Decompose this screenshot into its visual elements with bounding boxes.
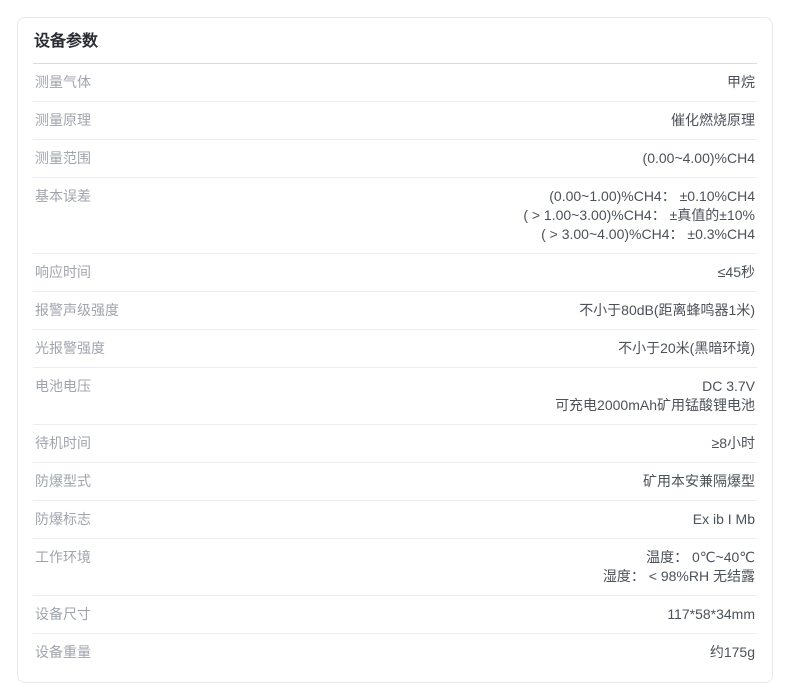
spec-row: 报警声级强度 不小于80dB(距离蜂鸣器1米) [33, 292, 757, 330]
spec-value: (0.00~4.00)%CH4 [111, 149, 755, 168]
spec-label: 响应时间 [35, 263, 111, 282]
spec-value: 甲烷 [111, 73, 755, 92]
spec-label: 设备重量 [35, 643, 111, 662]
spec-label: 光报警强度 [35, 339, 125, 358]
spec-value: 温度： 0℃~40℃ 湿度： < 98%RH 无结露 [111, 548, 755, 586]
spec-value: 催化燃烧原理 [111, 111, 755, 130]
spec-value: 117*58*34mm [111, 605, 755, 624]
spec-row: 电池电压 DC 3.7V 可充电2000mAh矿用锰酸锂电池 [33, 368, 757, 425]
spec-label: 待机时间 [35, 434, 111, 453]
spec-row: 光报警强度 不小于20米(黑暗环境) [33, 330, 757, 368]
spec-table: 测量气体 甲烷 测量原理 催化燃烧原理 测量范围 (0.00~4.00)%CH4… [33, 64, 757, 671]
spec-value: (0.00~1.00)%CH4： ±0.10%CH4 ( > 1.00~3.00… [111, 187, 755, 244]
page: 设备参数 测量气体 甲烷 测量原理 催化燃烧原理 测量范围 (0.00~4.00… [0, 0, 790, 692]
spec-value: 矿用本安兼隔爆型 [111, 472, 755, 491]
spec-value: 不小于20米(黑暗环境) [125, 339, 755, 358]
spec-row: 测量范围 (0.00~4.00)%CH4 [33, 140, 757, 178]
spec-label: 设备尺寸 [35, 605, 111, 624]
spec-label: 基本误差 [35, 187, 111, 206]
spec-row: 设备重量 约175g [33, 634, 757, 671]
spec-label: 工作环境 [35, 548, 111, 567]
spec-row: 设备尺寸 117*58*34mm [33, 596, 757, 634]
spec-label: 测量范围 [35, 149, 111, 168]
spec-value: ≤45秒 [111, 263, 755, 282]
spec-row: 测量原理 催化燃烧原理 [33, 102, 757, 140]
spec-label: 测量原理 [35, 111, 111, 130]
spec-row: 防爆标志 Ex ib I Mb [33, 501, 757, 539]
spec-label: 防爆型式 [35, 472, 111, 491]
spec-value: 约175g [111, 643, 755, 662]
spec-value: DC 3.7V 可充电2000mAh矿用锰酸锂电池 [111, 377, 755, 415]
spec-row: 测量气体 甲烷 [33, 64, 757, 102]
spec-row: 响应时间 ≤45秒 [33, 254, 757, 292]
spec-row: 防爆型式 矿用本安兼隔爆型 [33, 463, 757, 501]
spec-value: Ex ib I Mb [111, 510, 755, 529]
spec-value: 不小于80dB(距离蜂鸣器1米) [139, 301, 755, 320]
spec-row: 基本误差 (0.00~1.00)%CH4： ±0.10%CH4 ( > 1.00… [33, 178, 757, 254]
panel-title: 设备参数 [33, 18, 757, 64]
device-parameters-panel: 设备参数 测量气体 甲烷 测量原理 催化燃烧原理 测量范围 (0.00~4.00… [17, 17, 773, 683]
spec-label: 测量气体 [35, 73, 111, 92]
spec-label: 报警声级强度 [35, 301, 139, 320]
spec-label: 电池电压 [35, 377, 111, 396]
spec-row: 待机时间 ≥8小时 [33, 425, 757, 463]
spec-value: ≥8小时 [111, 434, 755, 453]
spec-label: 防爆标志 [35, 510, 111, 529]
spec-row: 工作环境 温度： 0℃~40℃ 湿度： < 98%RH 无结露 [33, 539, 757, 596]
